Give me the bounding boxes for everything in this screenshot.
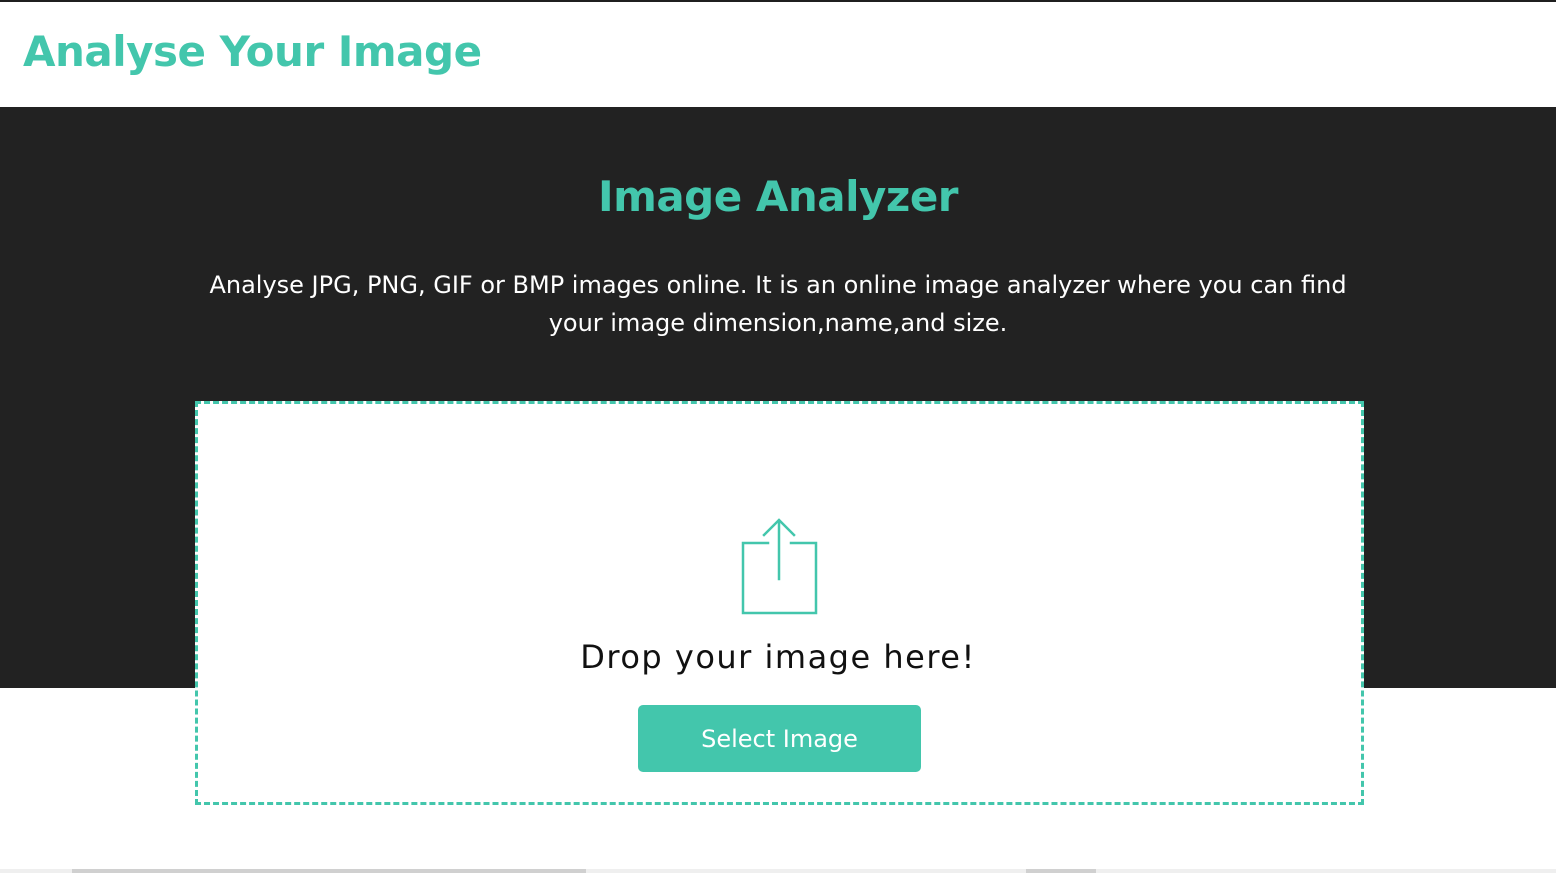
drop-prompt: Drop your image here! — [580, 638, 976, 676]
hero-description: Analyse JPG, PNG, GIF or BMP images onli… — [209, 271, 1347, 337]
site-title[interactable]: Analyse Your Image — [23, 27, 482, 76]
upload-icon — [739, 516, 821, 618]
select-image-button[interactable]: Select Image — [638, 705, 921, 772]
hero-title: Image Analyzer — [597, 172, 959, 221]
bottom-scrollbar[interactable] — [0, 869, 1556, 873]
site-header: Analyse Your Image — [0, 2, 1556, 107]
